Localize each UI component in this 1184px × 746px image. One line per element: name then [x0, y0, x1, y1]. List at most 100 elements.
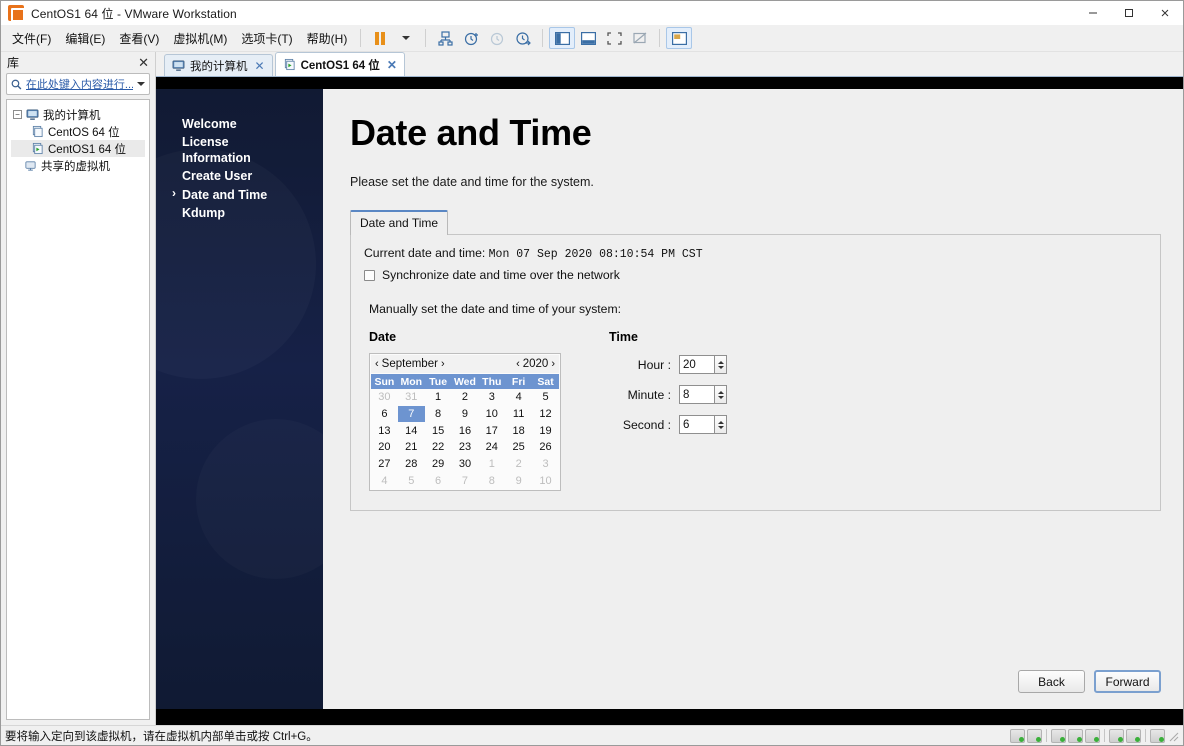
calendar-day[interactable]: 6 — [425, 472, 452, 489]
minute-spinner[interactable]: 8 — [679, 385, 727, 404]
calendar-day[interactable]: 10 — [532, 472, 559, 489]
display-icon[interactable] — [1126, 728, 1141, 743]
calendar-day[interactable]: 10 — [478, 406, 505, 423]
calendar-day[interactable]: 14 — [398, 422, 425, 439]
sound-icon[interactable] — [1109, 728, 1124, 743]
revert-snapshot-button[interactable] — [484, 27, 510, 49]
usb-icon[interactable] — [1085, 728, 1100, 743]
tree-item-centos-64[interactable]: CentOS 64 位 — [11, 123, 145, 140]
calendar-day[interactable]: 23 — [452, 439, 479, 456]
calendar-day[interactable]: 27 — [371, 456, 398, 473]
calendar-day[interactable]: 3 — [478, 389, 505, 406]
calendar-day[interactable]: 12 — [532, 406, 559, 423]
calendar-widget[interactable]: ‹ September › ‹ 2020 › Sun Mon Tue Wed T… — [369, 353, 561, 492]
vm-screen[interactable]: Welcome License Information Create User … — [156, 77, 1183, 725]
tree-item-centos1-64[interactable]: CentOS1 64 位 — [11, 140, 145, 157]
menu-file[interactable]: 文件(F) — [5, 27, 58, 50]
second-input[interactable]: 6 — [679, 415, 714, 434]
calendar-day[interactable]: 22 — [425, 439, 452, 456]
chevron-down-icon[interactable] — [137, 82, 145, 86]
nav-item-license-information[interactable]: License Information — [156, 134, 323, 168]
library-search[interactable]: 在此处键入内容进行... — [6, 73, 150, 95]
library-tree[interactable]: − 我的计算机 CentOS 64 位 CentOS1 64 位 共享的虚拟机 — [6, 99, 150, 720]
hour-spinner[interactable]: 20 — [679, 355, 727, 374]
calendar-day[interactable]: 13 — [371, 422, 398, 439]
calendar-day[interactable]: 19 — [532, 422, 559, 439]
chevron-up-icon[interactable] — [717, 360, 724, 364]
snapshot-manager-button[interactable] — [432, 27, 458, 49]
calendar-day[interactable]: 2 — [452, 389, 479, 406]
calendar-day[interactable]: 11 — [505, 406, 532, 423]
chevron-right-icon[interactable]: › — [551, 358, 555, 370]
calendar-day[interactable]: 9 — [505, 472, 532, 489]
hour-input[interactable]: 20 — [679, 355, 714, 374]
calendar-day[interactable]: 21 — [398, 439, 425, 456]
nav-item-date-and-time[interactable]: Date and Time — [156, 186, 323, 205]
nav-item-welcome[interactable]: Welcome — [156, 115, 323, 134]
calendar-day-selected[interactable]: 7 — [397, 405, 425, 423]
minute-stepper[interactable] — [714, 385, 727, 404]
chevron-left-icon[interactable]: ‹ — [516, 358, 520, 370]
manage-snapshots-button[interactable] — [510, 27, 536, 49]
forward-button[interactable]: Forward — [1094, 670, 1161, 693]
calendar-day[interactable]: 26 — [532, 439, 559, 456]
calendar-day[interactable]: 4 — [505, 389, 532, 406]
calendar-day[interactable]: 3 — [532, 456, 559, 473]
tree-item-shared-vms[interactable]: 共享的虚拟机 — [11, 157, 145, 174]
power-dropdown[interactable] — [393, 27, 419, 49]
chevron-up-icon[interactable] — [717, 390, 724, 394]
network-icon[interactable] — [1051, 728, 1066, 743]
tab-centos1-64[interactable]: CentOS1 64 位 ✕ — [274, 52, 405, 76]
close-icon[interactable]: ✕ — [387, 58, 397, 72]
sync-network-checkbox[interactable] — [364, 269, 375, 281]
calendar-day[interactable]: 24 — [478, 439, 505, 456]
calendar-day[interactable]: 8 — [478, 472, 505, 489]
tree-item-my-computer[interactable]: − 我的计算机 — [11, 106, 145, 123]
calendar-day[interactable]: 25 — [505, 439, 532, 456]
calendar-day[interactable]: 2 — [505, 456, 532, 473]
menu-vm[interactable]: 虚拟机(M) — [166, 27, 234, 50]
calendar-day[interactable]: 6 — [371, 406, 398, 423]
take-snapshot-button[interactable] — [458, 27, 484, 49]
calendar-day[interactable]: 4 — [371, 472, 398, 489]
calendar-day[interactable]: 1 — [425, 389, 452, 406]
calendar-day[interactable]: 8 — [425, 406, 452, 423]
close-icon[interactable] — [1147, 1, 1183, 25]
calendar-day[interactable]: 20 — [371, 439, 398, 456]
resize-grip-icon[interactable] — [1169, 730, 1179, 742]
chevron-right-icon[interactable]: › — [441, 358, 445, 370]
console-view-button[interactable] — [666, 27, 693, 49]
calendar-day[interactable]: 30 — [452, 456, 479, 473]
calendar-day[interactable]: 15 — [425, 422, 452, 439]
unity-mode-button[interactable] — [627, 27, 653, 49]
chevron-up-icon[interactable] — [717, 420, 724, 424]
calendar-day[interactable]: 1 — [478, 456, 505, 473]
calendar-day[interactable]: 31 — [398, 389, 425, 406]
chevron-down-icon[interactable] — [717, 395, 724, 399]
back-button[interactable]: Back — [1018, 670, 1085, 693]
calendar-day[interactable]: 5 — [532, 389, 559, 406]
calendar-day[interactable]: 29 — [425, 456, 452, 473]
show-thumbnail-bar-button[interactable] — [575, 27, 601, 49]
nav-item-kdump[interactable]: Kdump — [156, 205, 323, 224]
chevron-left-icon[interactable]: ‹ — [375, 358, 379, 370]
second-stepper[interactable] — [714, 415, 727, 434]
search-input[interactable]: 在此处键入内容进行... — [26, 76, 133, 92]
calendar-day[interactable]: 5 — [398, 472, 425, 489]
close-icon[interactable]: ✕ — [255, 59, 265, 73]
close-icon[interactable]: ✕ — [138, 56, 149, 69]
menu-edit[interactable]: 编辑(E) — [58, 27, 112, 50]
harddisk-icon[interactable] — [1010, 728, 1025, 743]
minimize-icon[interactable] — [1075, 1, 1111, 25]
show-library-button[interactable] — [549, 27, 576, 49]
calendar-day[interactable]: 18 — [505, 422, 532, 439]
hour-stepper[interactable] — [714, 355, 727, 374]
sync-network-checkbox-row[interactable]: Synchronize date and time over the netwo… — [364, 268, 1147, 282]
calendar-day[interactable]: 9 — [452, 406, 479, 423]
fullscreen-button[interactable] — [601, 27, 627, 49]
suspend-button[interactable] — [367, 27, 393, 49]
expander-icon[interactable]: − — [13, 110, 22, 119]
chevron-down-icon[interactable] — [717, 425, 724, 429]
printer-icon[interactable] — [1068, 728, 1083, 743]
minute-input[interactable]: 8 — [679, 385, 714, 404]
